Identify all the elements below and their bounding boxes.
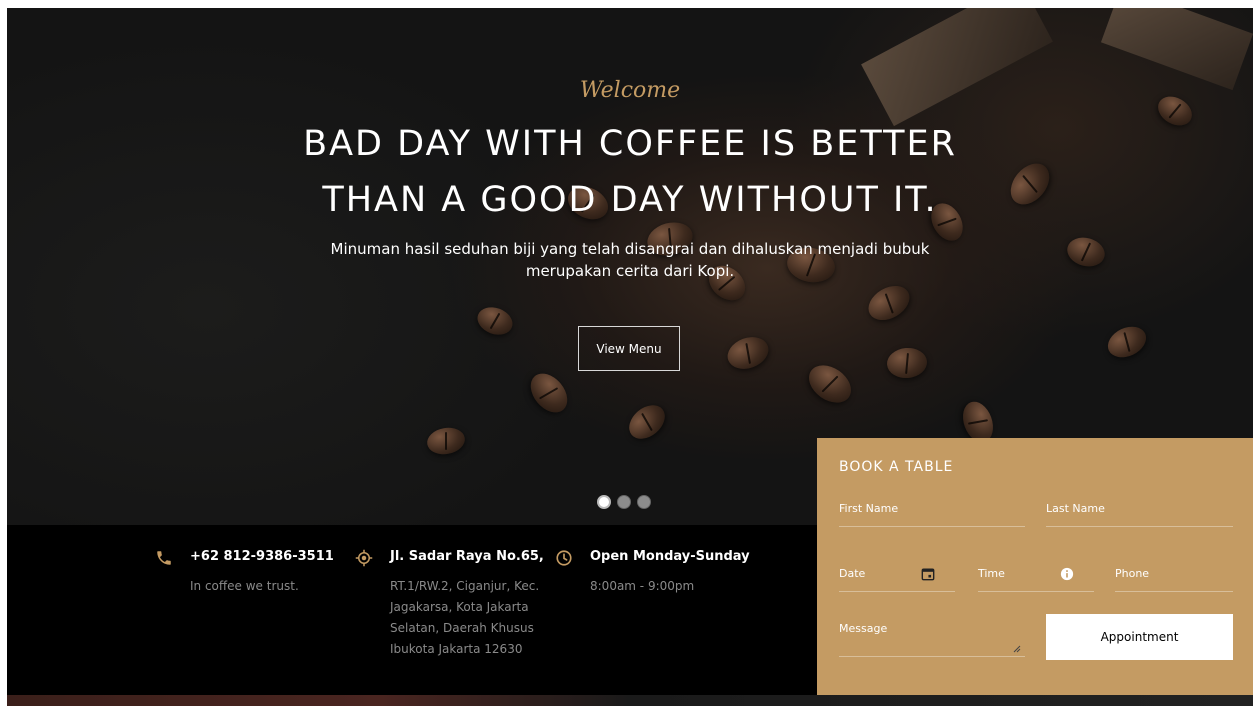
coffee-bag-decoration [861,8,1053,127]
message-textarea[interactable]: Message [839,620,1025,657]
last-name-field[interactable]: Last Name [1046,500,1233,527]
bean-decoration [425,424,467,458]
headline-line-1: BAD DAY WITH COFFEE IS BETTER [303,124,957,164]
phone-number[interactable]: +62 812-9386-3511 [190,549,334,564]
first-name-field[interactable]: First Name [839,500,1025,527]
bean-decoration [723,331,773,375]
time-placeholder: Time [978,567,1005,580]
subtitle-line-2: merupakan cerita dari Kopi. [525,262,735,280]
top-partial-strip [0,0,1253,8]
view-menu-button[interactable]: View Menu [578,326,680,371]
slider-dot-1[interactable] [597,495,611,509]
address-line: Selatan, Daerah Khusus [390,621,534,635]
first-name-placeholder: First Name [839,502,899,515]
phone-field[interactable]: Phone [1115,565,1233,592]
slider-dots [597,495,651,509]
hours-title: Open Monday-Sunday [590,549,750,564]
book-table-form: BOOK A TABLE First Name Last Name Date T… [817,438,1253,695]
address-line: Jagakarsa, Kota Jakarta [390,600,529,614]
bean-decoration [862,279,916,327]
hours-text: 8:00am - 9:00pm [590,579,695,593]
hero-headline: BAD DAY WITH COFFEE IS BETTER THAN A GOO… [7,116,1253,228]
slider-dot-3[interactable] [637,495,651,509]
bean-decoration [1102,320,1152,364]
booking-title: BOOK A TABLE [839,459,954,475]
bean-decoration [801,357,859,411]
resize-handle-icon[interactable] [1013,645,1021,653]
last-name-placeholder: Last Name [1046,502,1105,515]
address-line: RT.1/RW.2, Ciganjur, Kec. [390,579,540,593]
subtitle-line-1: Minuman hasil seduhan biji yang telah di… [330,240,930,258]
contact-info-bar: +62 812-9386-3511 In coffee we trust. Jl… [7,525,817,695]
message-placeholder: Message [839,622,888,635]
address-lines: RT.1/RW.2, Ciganjur, Kec. Jagakarsa, Kot… [390,576,539,660]
calendar-icon[interactable] [921,567,935,581]
phone-placeholder: Phone [1115,567,1150,580]
headline-line-2: THAN A GOOD DAY WITHOUT IT. [322,180,938,220]
time-info-icon[interactable] [1060,567,1074,581]
phone-tagline: In coffee we trust. [190,579,299,593]
bean-decoration [473,302,517,340]
date-field[interactable]: Date [839,565,955,592]
appointment-button[interactable]: Appointment [1046,614,1233,660]
next-section-peek [7,695,1253,706]
address-title: Jl. Sadar Raya No.65, [390,549,544,564]
bean-decoration [523,366,575,420]
time-field[interactable]: Time [978,565,1094,592]
bean-decoration [622,398,672,446]
address-line: Ibukota Jakarta 12630 [390,642,523,656]
date-placeholder: Date [839,567,866,580]
hero-subtitle: Minuman hasil seduhan biji yang telah di… [7,238,1253,282]
welcome-script: Welcome [579,78,681,103]
clock-icon [556,550,572,566]
bean-decoration [885,346,929,380]
phone-icon [157,551,171,565]
slider-dot-2[interactable] [617,495,631,509]
location-icon [355,549,373,567]
